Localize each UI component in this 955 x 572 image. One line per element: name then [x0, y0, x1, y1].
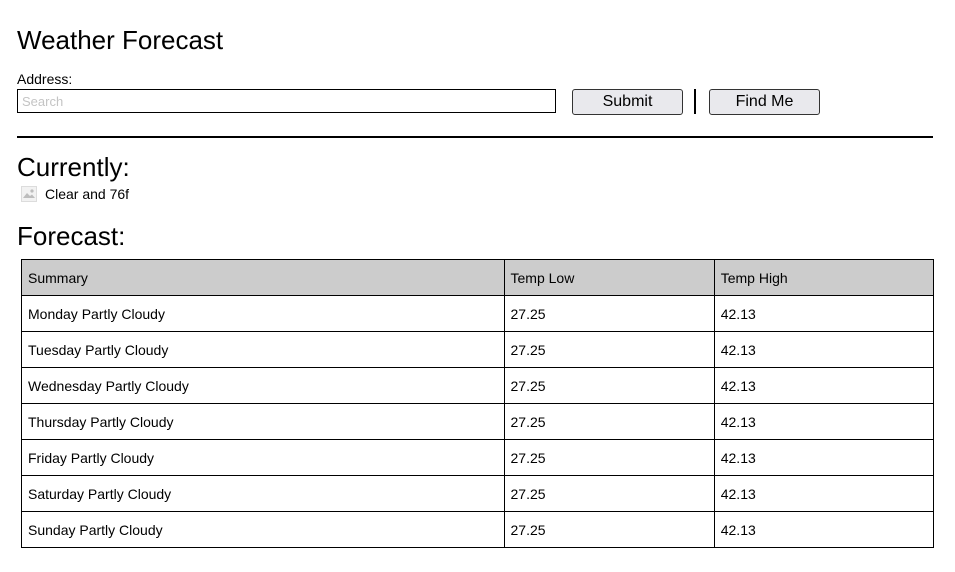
cell-summary: Wednesday Partly Cloudy — [21, 367, 505, 404]
cell-temp-high: 42.13 — [713, 475, 935, 512]
address-label: Address: — [17, 71, 73, 87]
table-row: Tuesday Partly Cloudy 27.25 42.13 — [21, 331, 935, 368]
currently-heading: Currently: — [17, 152, 130, 182]
button-separator — [694, 89, 696, 114]
section-divider — [17, 136, 933, 138]
submit-button[interactable]: Submit — [572, 89, 683, 115]
cell-temp-high: 42.13 — [713, 511, 935, 548]
cell-temp-high: 42.13 — [713, 367, 935, 404]
table-row: Wednesday Partly Cloudy 27.25 42.13 — [21, 367, 935, 404]
cell-temp-high: 42.13 — [713, 439, 935, 476]
cell-summary: Friday Partly Cloudy — [21, 439, 505, 476]
column-header-summary: Summary — [21, 259, 505, 296]
forecast-heading: Forecast: — [17, 221, 126, 251]
cell-temp-low: 27.25 — [503, 331, 715, 368]
cell-summary: Thursday Partly Cloudy — [21, 403, 505, 440]
search-input[interactable] — [17, 89, 556, 113]
table-row: Monday Partly Cloudy 27.25 42.13 — [21, 295, 935, 332]
cell-temp-high: 42.13 — [713, 403, 935, 440]
page-title: Weather Forecast — [17, 25, 224, 55]
cell-summary: Sunday Partly Cloudy — [21, 511, 505, 548]
table-row: Thursday Partly Cloudy 27.25 42.13 — [21, 403, 935, 440]
cell-temp-low: 27.25 — [503, 367, 715, 404]
cell-summary: Saturday Partly Cloudy — [21, 475, 505, 512]
cell-summary: Monday Partly Cloudy — [21, 295, 505, 332]
current-conditions: Clear and 76f — [21, 185, 129, 203]
cell-temp-low: 27.25 — [503, 439, 715, 476]
column-header-temp-low: Temp Low — [503, 259, 715, 296]
cell-temp-low: 27.25 — [503, 403, 715, 440]
broken-image-icon — [21, 186, 37, 202]
find-me-button[interactable]: Find Me — [709, 89, 820, 115]
cell-temp-high: 42.13 — [713, 331, 935, 368]
forecast-table: Summary Temp Low Temp High Monday Partly… — [21, 259, 935, 548]
table-row: Saturday Partly Cloudy 27.25 42.13 — [21, 475, 935, 512]
cell-temp-low: 27.25 — [503, 295, 715, 332]
table-header-row: Summary Temp Low Temp High — [21, 259, 935, 296]
cell-summary: Tuesday Partly Cloudy — [21, 331, 505, 368]
current-conditions-text: Clear and 76f — [45, 186, 130, 202]
table-row: Sunday Partly Cloudy 27.25 42.13 — [21, 511, 935, 548]
cell-temp-low: 27.25 — [503, 511, 715, 548]
cell-temp-high: 42.13 — [713, 295, 935, 332]
cell-temp-low: 27.25 — [503, 475, 715, 512]
column-header-temp-high: Temp High — [713, 259, 935, 296]
table-row: Friday Partly Cloudy 27.25 42.13 — [21, 439, 935, 476]
